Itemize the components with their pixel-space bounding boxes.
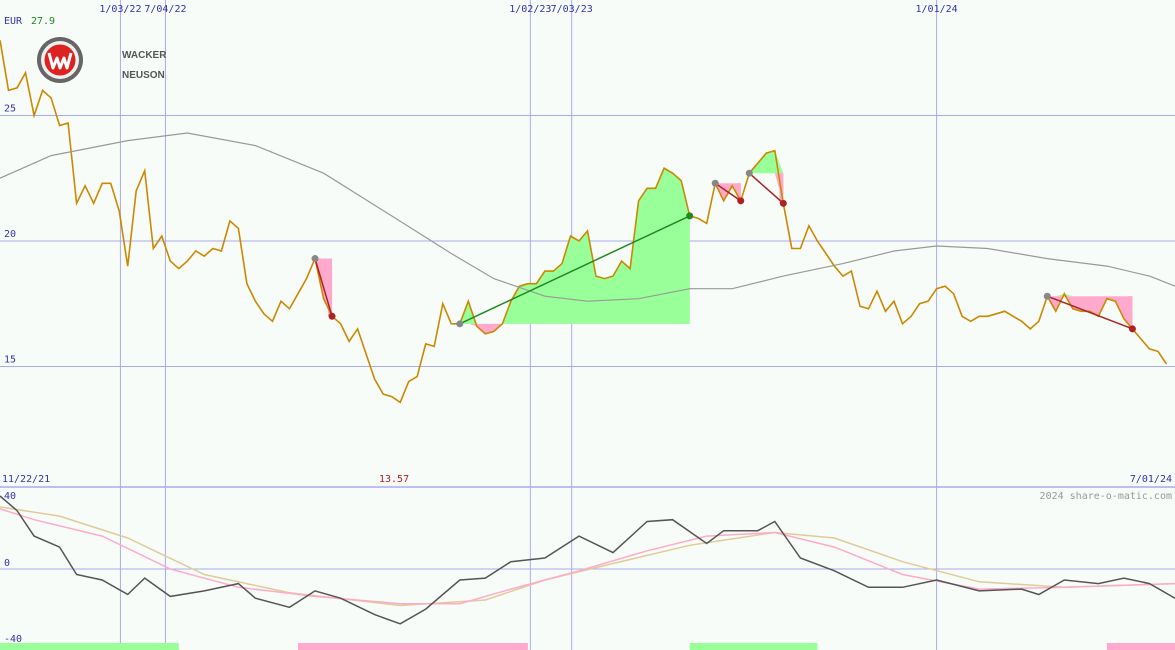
y-tick-label: 15 <box>4 355 16 366</box>
x-tick-label-top: 1/02/23 <box>509 4 551 15</box>
x-tick-label-top: 1/03/22 <box>99 4 141 15</box>
exit-fill-edge <box>685 215 690 324</box>
histogram-bar <box>1106 643 1175 650</box>
signal-exit-point <box>737 197 745 205</box>
min-value-label: 13.57 <box>379 474 409 485</box>
signal-entry-point <box>1043 292 1051 300</box>
chart-root: WACKER NEUSON 1/03/22 7/04/22 1/02/23 7/03/… <box>0 0 1175 650</box>
signal-exit-point <box>686 212 694 220</box>
signal-exit-point <box>779 199 787 207</box>
oscillator-y-tick-label: -40 <box>4 634 22 645</box>
oscillator-y-tick-label: 40 <box>4 491 16 502</box>
watermark: 2024 share-o-matic.com <box>1040 491 1172 502</box>
x-tick-label-top: 1/01/24 <box>916 4 958 15</box>
signal-exit-point <box>1128 325 1136 333</box>
signal-entry-point <box>745 169 753 177</box>
x-tick-label-bottom-left: 11/22/21 <box>2 474 50 485</box>
x-tick-label-top: 7/04/22 <box>144 4 186 15</box>
y-tick-label: 25 <box>4 103 16 114</box>
x-tick-label-top: 7/03/23 <box>551 4 593 15</box>
histogram-bar <box>689 643 818 650</box>
signal-exit-point <box>328 312 336 320</box>
y-tick-label: 20 <box>4 229 16 240</box>
signal-entry-point <box>311 255 319 263</box>
oscillator-y-tick-label: 0 <box>4 558 10 569</box>
histogram-bar <box>0 643 179 650</box>
chart-background <box>0 0 1175 650</box>
signal-entry-point <box>456 320 464 328</box>
signal-entry-point <box>711 179 719 187</box>
x-tick-label-bottom-right: 7/01/24 <box>1130 474 1172 485</box>
currency-label: EUR <box>4 16 23 27</box>
histogram-bar <box>298 643 528 650</box>
wacker-neuson-w-icon <box>37 37 83 83</box>
logo-line1: WACKER <box>122 50 167 61</box>
logo-line2: NEUSON <box>122 70 165 81</box>
last-value-label: 27.9 <box>31 16 55 27</box>
